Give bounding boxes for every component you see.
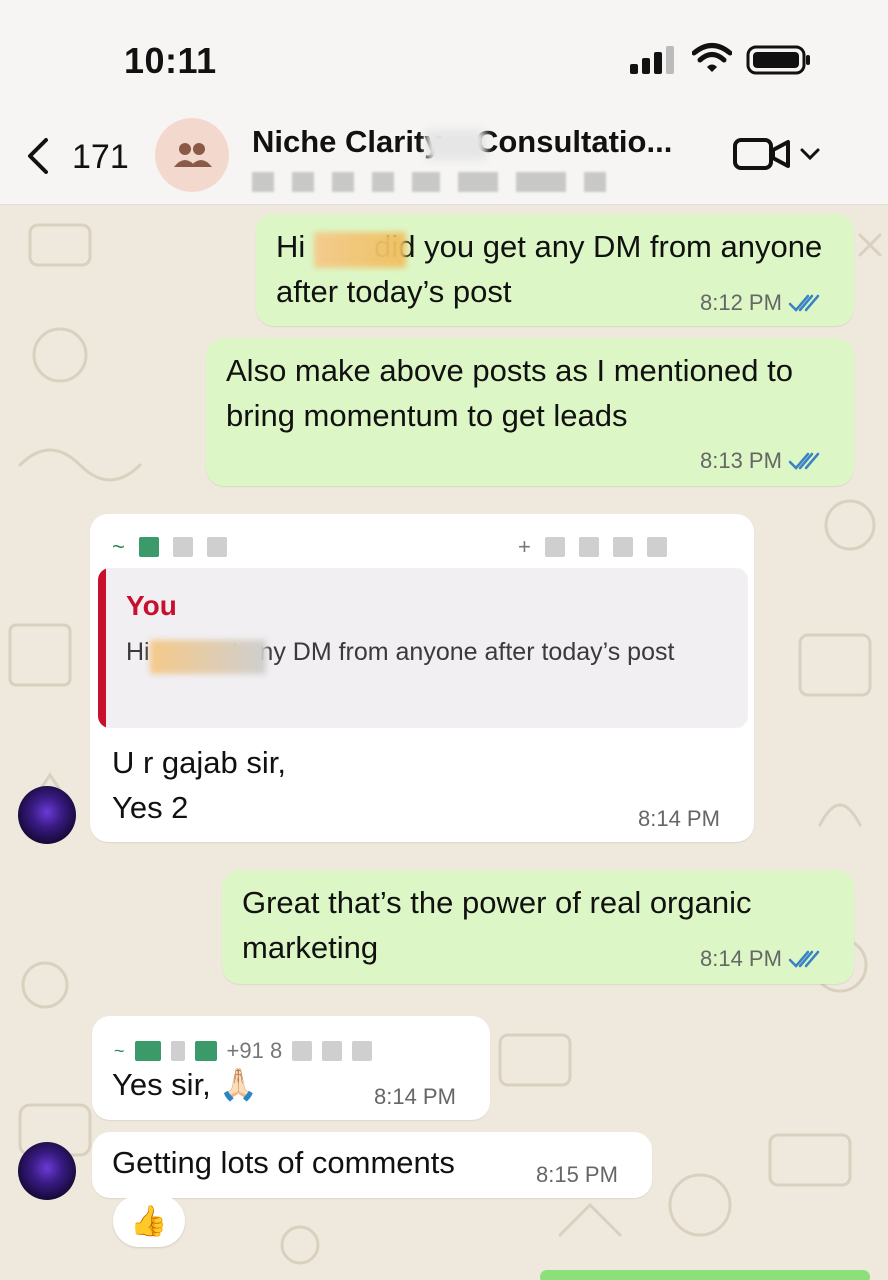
message-outgoing[interactable]: Also make above posts as I mentioned to … [206, 338, 854, 486]
message-text: Yes sir, 🙏🏻 [112, 1067, 259, 1102]
message-meta: 8:14 PM [638, 806, 720, 832]
message-outgoing[interactable]: Great that’s the power of real organic m… [222, 870, 854, 984]
message-meta: 8:15 PM [536, 1162, 618, 1188]
next-message-edge [540, 1270, 870, 1280]
status-time: 10:11 [124, 40, 217, 81]
message-time: 8:14 PM [638, 806, 720, 831]
thumbs-up-icon: 👍 [130, 1204, 168, 1238]
redaction [150, 640, 266, 674]
message-time: 8:14 PM [374, 1084, 456, 1109]
redaction [314, 232, 406, 268]
message-incoming[interactable]: ~ +91 8 Yes sir, 🙏🏻 8:14 PM [92, 1016, 490, 1120]
message-meta: 8:13 PM [700, 448, 820, 474]
sender-phone-redacted: + [518, 534, 667, 560]
sender-redacted: ~ [112, 534, 227, 560]
wifi-icon [692, 43, 732, 72]
double-check-icon [788, 294, 820, 312]
group-icon [174, 143, 212, 167]
signal-icon [630, 46, 674, 74]
message-outgoing[interactable]: Hi did you get any DM from anyone after … [256, 214, 854, 326]
sender-phone-fragment: +91 8 [226, 1038, 283, 1063]
message-meta: 8:14 PM [700, 946, 820, 972]
sender-avatar[interactable] [18, 786, 76, 844]
message-time: 8:13 PM [700, 448, 782, 473]
quote-accent-bar [98, 568, 106, 728]
back-chevron-icon[interactable] [24, 136, 54, 176]
participants-redacted [252, 170, 632, 194]
message-text: Also make above posts as I mentioned to … [226, 353, 793, 433]
message-meta: 8:14 PM [374, 1084, 456, 1110]
chevron-down-icon[interactable] [798, 142, 822, 166]
message-incoming[interactable]: Getting lots of comments 8:15 PM [92, 1132, 652, 1198]
sender-redacted: ~ +91 8 [114, 1038, 373, 1064]
quoted-message[interactable]: You Hi you get any DM from anyone after … [98, 568, 748, 728]
message-text: Getting lots of comments [112, 1145, 455, 1180]
battery-icon [746, 45, 810, 75]
quote-sender: You [126, 590, 177, 621]
message-time: 8:12 PM [700, 290, 782, 315]
redaction [426, 130, 486, 160]
video-call-icon[interactable] [732, 134, 792, 174]
double-check-icon [788, 452, 820, 470]
group-avatar[interactable] [155, 118, 229, 192]
double-check-icon [788, 950, 820, 968]
sender-avatar[interactable] [18, 1142, 76, 1200]
back-unread-count[interactable]: 171 [72, 138, 129, 177]
chat-header: 10:11 171 Niche Clarity – Consultatio... [0, 0, 888, 205]
message-time: 8:14 PM [700, 946, 782, 971]
message-reaction[interactable]: 👍 [113, 1195, 185, 1247]
message-meta: 8:12 PM [700, 290, 820, 316]
message-text: U r gajab sir, Yes 2 [112, 745, 287, 825]
message-time: 8:15 PM [536, 1162, 618, 1187]
